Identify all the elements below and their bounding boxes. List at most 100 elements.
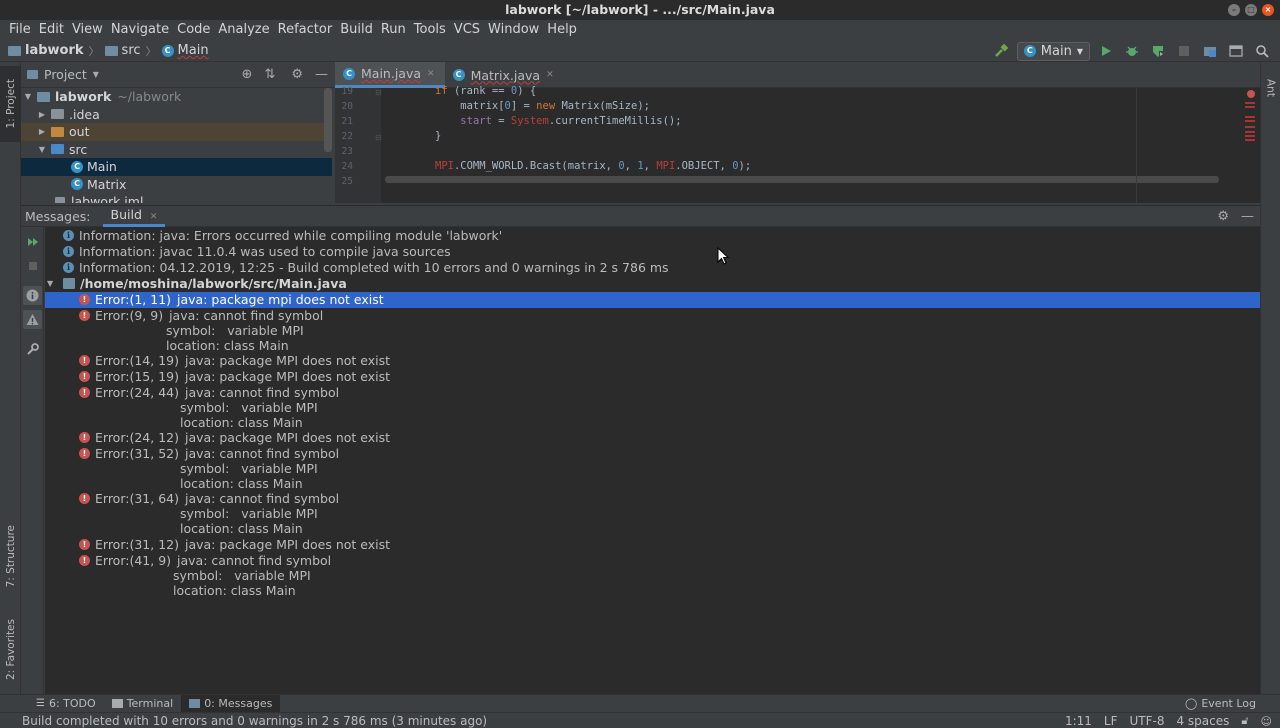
menu-help[interactable]: Help	[543, 20, 581, 40]
fold-icon[interactable]: ⊟	[375, 88, 382, 97]
info-filter-icon[interactable]	[23, 286, 42, 305]
error-row[interactable]: ! Error:(1, 11) java: package mpi does n…	[45, 292, 1260, 308]
breadcrumb-folder[interactable]: src	[104, 43, 141, 58]
messages-list: i Information: java: Errors occurred whi…	[45, 227, 1260, 694]
minimize-button[interactable]: –	[1228, 4, 1240, 16]
tree-item-iml[interactable]: labwork.iml	[21, 193, 332, 203]
message-info-row[interactable]: i Information: 04.12.2019, 12:25 - Build…	[45, 260, 1260, 276]
rerun-icon[interactable]	[23, 232, 42, 251]
error-row[interactable]: ! Error:(15, 19) java: package MPI does …	[45, 369, 1260, 385]
lock-icon[interactable]: 🔓︎	[1241, 714, 1248, 728]
terminal-window-icon[interactable]	[1226, 42, 1246, 60]
expanded-arrow-icon[interactable]: ▼	[47, 279, 59, 288]
line-separator[interactable]: LF	[1104, 714, 1118, 728]
error-message: java: cannot find symbol	[184, 491, 340, 507]
tab-structure[interactable]: 7: Structure	[0, 518, 21, 594]
tab-matrix-java[interactable]: C Matrix.java ✕	[445, 62, 564, 88]
fold-icon[interactable]: ⊟	[375, 133, 382, 142]
error-row[interactable]: ! Error:(24, 44) java: cannot find symbo…	[45, 385, 1260, 401]
hide-panel-icon[interactable]: —	[1241, 209, 1254, 224]
menu-analyze[interactable]: Analyze	[214, 20, 273, 40]
tab-favorites-label: 2: Favorites	[4, 618, 17, 680]
breadcrumb-project[interactable]: labwork	[8, 43, 84, 58]
message-file-row[interactable]: ▼ /home/moshina/labwork/src/Main.java	[45, 276, 1260, 292]
tab-todo[interactable]: ☰ 6: TODO	[28, 695, 104, 713]
debug-icon[interactable]	[1122, 42, 1142, 60]
error-row[interactable]: ! Error:(31, 12) java: package MPI does …	[45, 537, 1260, 553]
caret-position[interactable]: 1:11	[1065, 714, 1092, 728]
warning-filter-icon[interactable]	[23, 310, 42, 329]
collapsed-arrow-icon[interactable]: ▶	[37, 127, 47, 136]
tab-event-log[interactable]: ◯ Event Log	[1177, 695, 1264, 713]
menu-edit[interactable]: Edit	[35, 20, 68, 40]
code-content[interactable]: if (rank == 0) { matrix[0] = new Matrix(…	[435, 86, 1235, 176]
error-row[interactable]: ! Error:(41, 9) java: cannot find symbol	[45, 553, 1260, 569]
tab-main-java[interactable]: C Main.java ✕	[335, 62, 445, 88]
chevron-down-icon[interactable]: ▼	[93, 70, 99, 79]
error-stripe[interactable]	[1245, 90, 1256, 190]
run-configuration-select[interactable]: C Main ▼	[1016, 41, 1090, 61]
close-icon[interactable]: ✕	[546, 70, 554, 80]
message-info-row[interactable]: i Information: java: Errors occurred whi…	[45, 228, 1260, 244]
error-row[interactable]: ! Error:(24, 12) java: package MPI does …	[45, 430, 1260, 446]
collapse-all-icon[interactable]: ⇅	[264, 67, 275, 82]
close-icon[interactable]: ✕	[427, 69, 435, 79]
menu-refactor[interactable]: Refactor	[274, 20, 337, 40]
menu-tools[interactable]: Tools	[410, 20, 450, 40]
menu-run[interactable]: Run	[377, 20, 410, 40]
tab-project[interactable]: 1: Project	[0, 66, 21, 142]
tree-item-matrix[interactable]: C Matrix	[21, 176, 332, 194]
tree-item-main[interactable]: C Main	[21, 158, 332, 176]
message-info-row[interactable]: i Information: javac 11.0.4 was used to …	[45, 244, 1260, 260]
expanded-arrow-icon[interactable]: ▼	[37, 145, 47, 154]
breadcrumb-folder-label: src	[121, 43, 141, 58]
menu-vcs[interactable]: VCS	[450, 20, 484, 40]
close-window-button[interactable]: ×	[1262, 4, 1274, 16]
tab-terminal[interactable]: Terminal	[104, 695, 182, 713]
menu-code[interactable]: Code	[173, 20, 214, 40]
status-message[interactable]: Build completed with 10 errors and 0 war…	[22, 714, 487, 728]
coverage-icon[interactable]	[1148, 42, 1168, 60]
error-row[interactable]: ! Error:(31, 52) java: cannot find symbo…	[45, 446, 1260, 462]
run-icon[interactable]	[1096, 42, 1116, 60]
build-hammer-icon[interactable]	[991, 42, 1011, 60]
project-panel-title[interactable]: Project	[44, 67, 87, 82]
stop-icon[interactable]	[1174, 42, 1194, 60]
editor-horizontal-scrollbar[interactable]	[385, 176, 1219, 183]
error-row[interactable]: ! Error:(14, 19) java: package MPI does …	[45, 353, 1260, 369]
tree-item-idea[interactable]: ▶ .idea	[21, 106, 332, 124]
expanded-arrow-icon[interactable]: ▼	[23, 92, 33, 101]
menu-file[interactable]: File	[5, 20, 35, 40]
gear-icon[interactable]: ⚙	[291, 67, 303, 82]
collapsed-arrow-icon[interactable]: ▶	[37, 110, 47, 119]
search-icon[interactable]	[1252, 42, 1272, 60]
tab-messages[interactable]: 0: Messages	[181, 694, 281, 713]
locate-icon[interactable]: ⊕	[242, 67, 253, 82]
menu-window[interactable]: Window	[484, 20, 543, 40]
breadcrumb-file[interactable]: C Main	[161, 43, 209, 58]
error-location: Error:(31, 12)	[95, 537, 179, 553]
stop-icon[interactable]	[23, 256, 42, 275]
tab-build[interactable]: Build ✕	[102, 205, 166, 227]
gear-icon[interactable]: ⚙	[1217, 209, 1229, 224]
error-row[interactable]: ! Error:(31, 64) java: cannot find symbo…	[45, 491, 1260, 507]
tree-item-out[interactable]: ▶ out	[21, 123, 332, 141]
wrench-icon[interactable]	[23, 340, 42, 359]
tab-ant[interactable]: Ant	[1261, 68, 1280, 108]
tree-item-src[interactable]: ▼ src	[21, 141, 332, 159]
project-scrollbar[interactable]	[324, 88, 332, 152]
project-structure-icon[interactable]	[1200, 42, 1220, 60]
menu-view[interactable]: View	[68, 20, 107, 40]
tree-item-labwork[interactable]: ▼ labwork ~/labwork	[21, 88, 332, 106]
hide-panel-icon[interactable]: —	[315, 67, 328, 82]
error-row[interactable]: ! Error:(9, 9) java: cannot find symbol	[45, 308, 1260, 324]
menu-build[interactable]: Build	[336, 20, 377, 40]
file-encoding[interactable]: UTF-8	[1130, 714, 1165, 728]
tab-favorites[interactable]: 2: Favorites	[0, 610, 21, 688]
inspector-icon[interactable]: ☺︎	[1261, 715, 1272, 728]
error-indicator-icon[interactable]	[1247, 90, 1255, 98]
close-icon[interactable]: ✕	[150, 212, 158, 222]
menu-navigate[interactable]: Navigate	[107, 20, 173, 40]
indent-setting[interactable]: 4 spaces	[1176, 714, 1229, 728]
maximize-button[interactable]: □	[1245, 4, 1257, 16]
